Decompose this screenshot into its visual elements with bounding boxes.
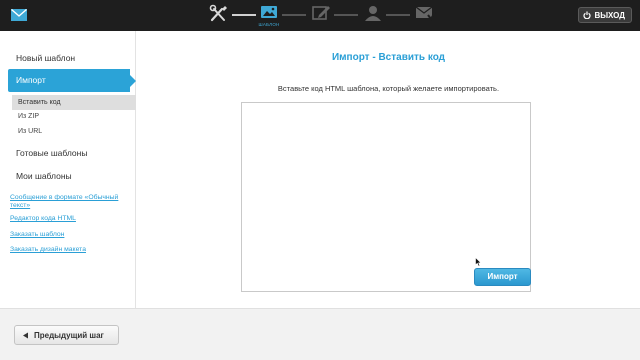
html-code-textarea[interactable] (241, 102, 531, 292)
logout-button[interactable]: ВЫХОД (578, 7, 632, 23)
step-connector (282, 14, 306, 16)
sidebar-subitem-zip[interactable]: Из ZIP (18, 113, 39, 120)
import-button[interactable]: Импорт (474, 268, 531, 286)
logout-label: ВЫХОД (594, 10, 625, 20)
step-label: ШАБЛОН (258, 22, 280, 27)
link-order-layout-design[interactable]: Заказать дизайн макета (10, 246, 86, 254)
sidebar: Новый шаблон Импорт Вставить код Из ZIP … (0, 31, 136, 308)
sidebar-item-ready-templates[interactable]: Готовые шаблоны (16, 148, 87, 158)
sidebar-item-import[interactable]: Импорт (8, 69, 136, 92)
link-html-code-editor[interactable]: Редактор кода HTML (10, 215, 76, 223)
step-connector (232, 14, 256, 16)
link-plain-text-message[interactable]: Сообщение в формате «Обычный текст» (10, 194, 132, 210)
sidebar-item-new-template[interactable]: Новый шаблон (16, 53, 75, 63)
sidebar-subitem-paste-code[interactable]: Вставить код (12, 95, 136, 110)
power-icon (583, 11, 592, 19)
tools-icon[interactable] (208, 4, 230, 26)
top-bar: ШАБЛОН ВЫХОД (0, 0, 640, 31)
instruction-text: Вставьте код HTML шаблона, который желае… (277, 84, 500, 93)
edit-icon[interactable] (310, 4, 332, 26)
sidebar-item-my-templates[interactable]: Мои шаблоны (16, 171, 72, 181)
page-title: Импорт - Вставить код (331, 52, 446, 63)
mouse-pointer-icon (475, 257, 482, 267)
previous-step-button[interactable]: Предыдущий шаг (14, 325, 119, 345)
main-panel: Импорт - Вставить код Вставьте код HTML … (137, 31, 640, 308)
envelope-icon[interactable] (11, 9, 27, 21)
step-connector (334, 14, 358, 16)
sidebar-subitem-url[interactable]: Из URL (18, 128, 42, 135)
step-connector (386, 14, 410, 16)
previous-step-label: Предыдущий шаг (34, 330, 104, 340)
send-icon[interactable] (414, 4, 436, 26)
footer-bar: Предыдущий шаг (0, 308, 640, 360)
arrow-left-icon (23, 332, 28, 338)
template-icon[interactable]: ШАБЛОН (258, 4, 280, 27)
link-order-template[interactable]: Заказать шаблон (10, 231, 64, 239)
wizard-steps: ШАБЛОН (208, 4, 438, 28)
contacts-icon[interactable] (362, 4, 384, 26)
